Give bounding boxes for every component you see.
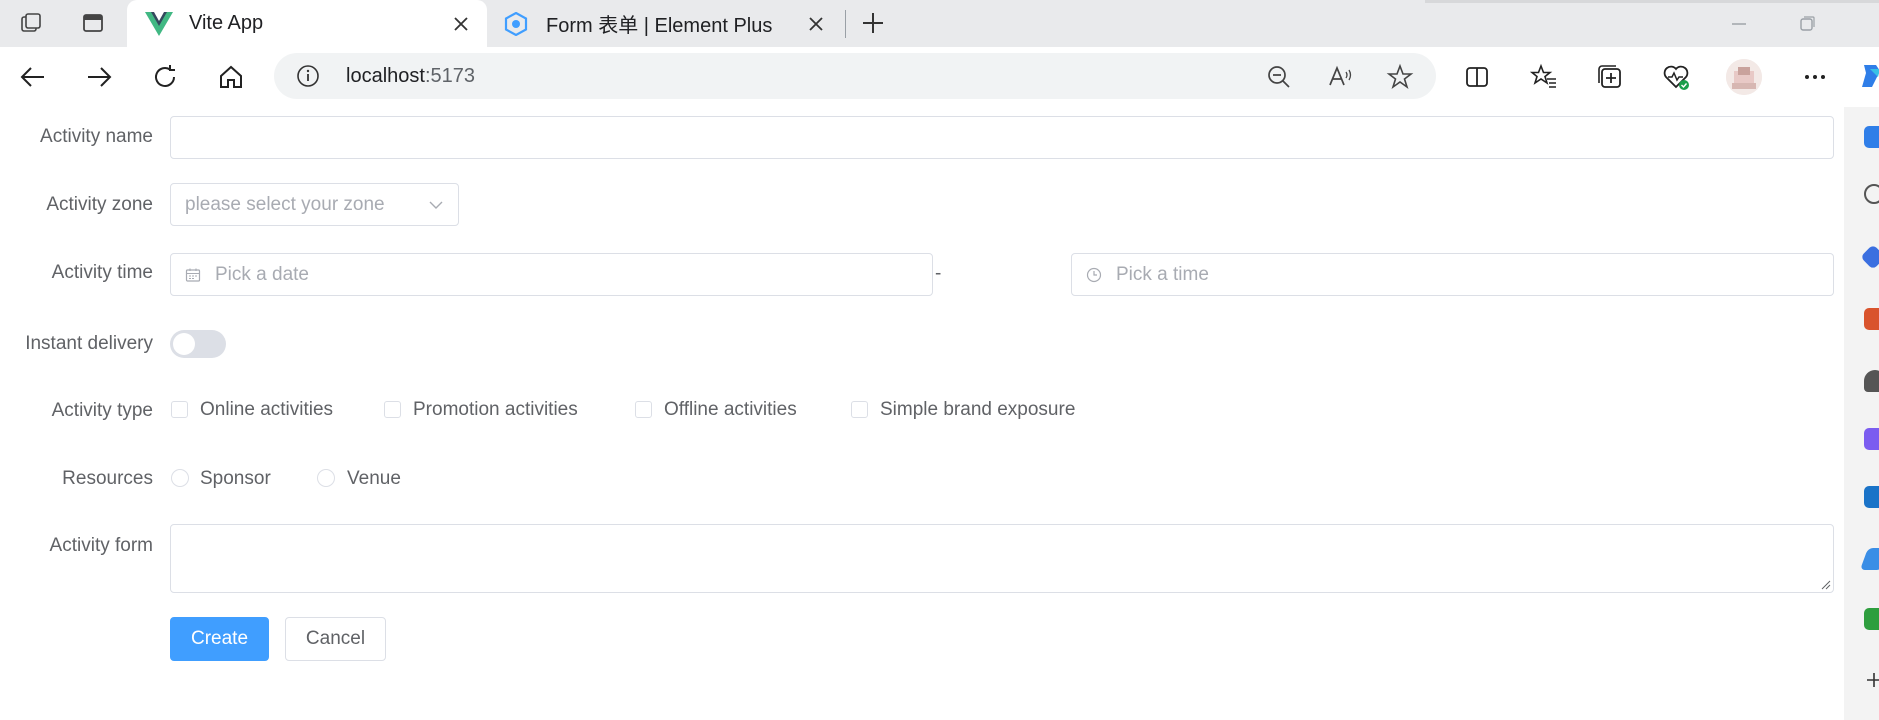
checkbox-promotion-activities[interactable] xyxy=(384,401,401,418)
vue-logo-icon xyxy=(145,11,173,36)
url-text[interactable]: localhost:5173 xyxy=(346,65,475,88)
create-button[interactable]: Create xyxy=(170,617,269,661)
tools-icon[interactable] xyxy=(1864,308,1879,330)
new-tab-icon[interactable] xyxy=(860,10,886,36)
label-activity-time: Activity time xyxy=(51,262,153,283)
add-sidebar-icon[interactable] xyxy=(1866,672,1879,688)
app-icon[interactable] xyxy=(1864,608,1879,630)
label-instant-delivery: Instant delivery xyxy=(25,333,153,354)
switch-knob xyxy=(173,333,195,355)
radio-venue[interactable] xyxy=(317,469,335,487)
refresh-icon[interactable] xyxy=(147,59,183,95)
read-aloud-icon[interactable] xyxy=(1327,64,1353,90)
tab-divider xyxy=(845,10,846,38)
calendar-icon xyxy=(185,267,201,283)
favorite-star-icon[interactable] xyxy=(1386,63,1414,91)
checkbox-online-activities[interactable] xyxy=(171,401,188,418)
checkbox-label[interactable]: Offline activities xyxy=(664,399,797,421)
element-plus-logo-icon xyxy=(504,11,528,36)
label-activity-type: Activity type xyxy=(51,400,153,421)
time-picker-input[interactable]: Pick a time xyxy=(1071,253,1834,296)
label-activity-form: Activity form xyxy=(49,535,153,556)
browser-tab-bar: Vite App Form 表单 | Element Plus xyxy=(0,0,1879,47)
zone-placeholder: please select your zone xyxy=(185,193,385,215)
search-icon[interactable] xyxy=(1864,184,1879,204)
clock-icon xyxy=(1086,267,1102,283)
window-edge xyxy=(1425,0,1879,3)
checkbox-offline-activities[interactable] xyxy=(635,401,652,418)
outlook-icon[interactable] xyxy=(1864,486,1879,508)
back-icon[interactable] xyxy=(15,59,51,95)
split-screen-icon[interactable] xyxy=(1459,59,1495,95)
time-placeholder: Pick a time xyxy=(1116,263,1209,285)
checkbox-simple-brand-exposure[interactable] xyxy=(851,401,868,418)
tab-vite-app[interactable]: Vite App xyxy=(127,0,487,47)
chevron-down-icon xyxy=(428,197,444,213)
resize-handle-icon[interactable] xyxy=(1819,578,1831,590)
tab-title: Form 表单 | Element Plus xyxy=(546,15,773,37)
checkbox-label[interactable]: Promotion activities xyxy=(413,399,578,421)
more-options-icon[interactable] xyxy=(1797,59,1833,95)
browser-essentials-icon[interactable] xyxy=(1658,59,1694,95)
label-resources: Resources xyxy=(62,468,153,489)
radio-label[interactable]: Venue xyxy=(347,468,401,490)
url-host: localhost xyxy=(346,65,425,87)
profile-avatar-icon[interactable] xyxy=(1726,59,1762,95)
time-separator: - xyxy=(935,263,942,284)
cancel-button[interactable]: Cancel xyxy=(285,617,386,661)
browser-toolbar: localhost:5173 xyxy=(0,47,1879,107)
activity-name-input[interactable] xyxy=(170,116,1834,159)
address-bar[interactable]: localhost:5173 xyxy=(274,53,1436,99)
instant-delivery-switch[interactable] xyxy=(170,330,226,358)
radio-label[interactable]: Sponsor xyxy=(200,468,271,490)
home-icon[interactable] xyxy=(213,59,249,95)
tab-title: Vite App xyxy=(189,12,264,34)
forward-icon[interactable] xyxy=(81,59,117,95)
activity-zone-select[interactable]: please select your zone xyxy=(170,183,459,226)
tab-element-plus[interactable]: Form 表单 | Element Plus xyxy=(492,0,840,47)
favorites-icon[interactable] xyxy=(1526,59,1562,95)
zoom-out-icon[interactable] xyxy=(1266,64,1292,90)
checkbox-label[interactable]: Online activities xyxy=(200,399,333,421)
notifications-icon[interactable] xyxy=(1864,126,1879,148)
microsoft-365-icon[interactable] xyxy=(1864,428,1879,450)
date-picker-input[interactable]: Pick a date xyxy=(170,253,933,296)
restore-icon[interactable] xyxy=(1795,12,1819,36)
close-tab-icon[interactable] xyxy=(804,12,828,36)
workspaces-icon[interactable] xyxy=(18,10,44,36)
label-activity-zone: Activity zone xyxy=(46,194,153,215)
activity-form-textarea[interactable] xyxy=(170,524,1834,593)
games-icon[interactable] xyxy=(1864,370,1879,392)
checkbox-label[interactable]: Simple brand exposure xyxy=(880,399,1075,421)
label-activity-name: Activity name xyxy=(40,126,153,147)
close-tab-icon[interactable] xyxy=(449,12,473,36)
date-placeholder: Pick a date xyxy=(215,263,309,285)
tab-actions-icon[interactable] xyxy=(80,10,106,36)
collections-icon[interactable] xyxy=(1592,59,1628,95)
minimize-icon[interactable] xyxy=(1727,12,1751,36)
copilot-icon[interactable] xyxy=(1860,63,1879,89)
url-port: :5173 xyxy=(424,65,475,87)
info-icon[interactable] xyxy=(296,64,320,88)
radio-sponsor[interactable] xyxy=(171,469,189,487)
